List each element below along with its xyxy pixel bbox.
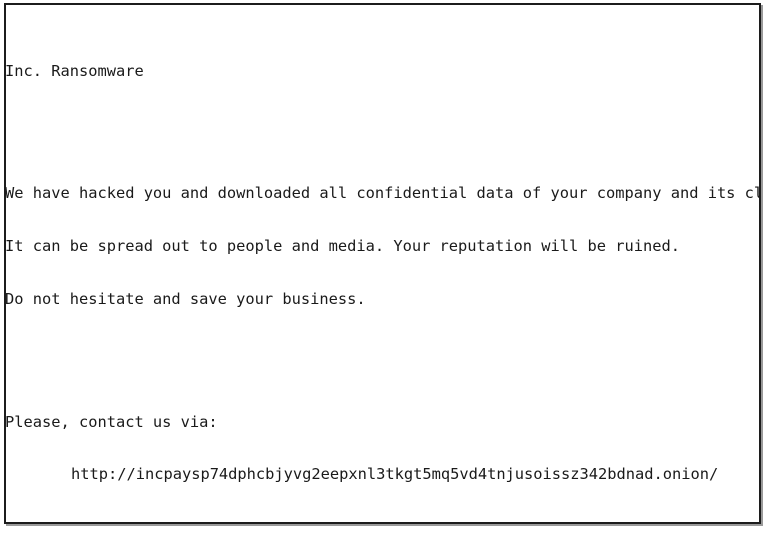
note-heading: Inc. Ransomware — [5, 61, 144, 80]
ransom-note-window: Inc. Ransomware We have hacked you and d… — [4, 3, 761, 524]
intro-line-2: It can be spread out to people and media… — [5, 237, 680, 256]
spacer-line — [6, 343, 759, 361]
contact-onion-url[interactable]: http://incpaysp74dphcbjyvg2eepxnl3tkgt5m… — [6, 466, 759, 484]
intro-line-1: We have hacked you and downloaded all co… — [5, 184, 761, 203]
spacer-line — [6, 519, 759, 522]
spacer-line — [6, 115, 759, 133]
contact-label: Please, contact us via: — [5, 412, 218, 431]
ransom-note-text: Inc. Ransomware We have hacked you and d… — [5, 10, 761, 522]
intro-line-3: Do not hesitate and save your business. — [5, 289, 366, 308]
